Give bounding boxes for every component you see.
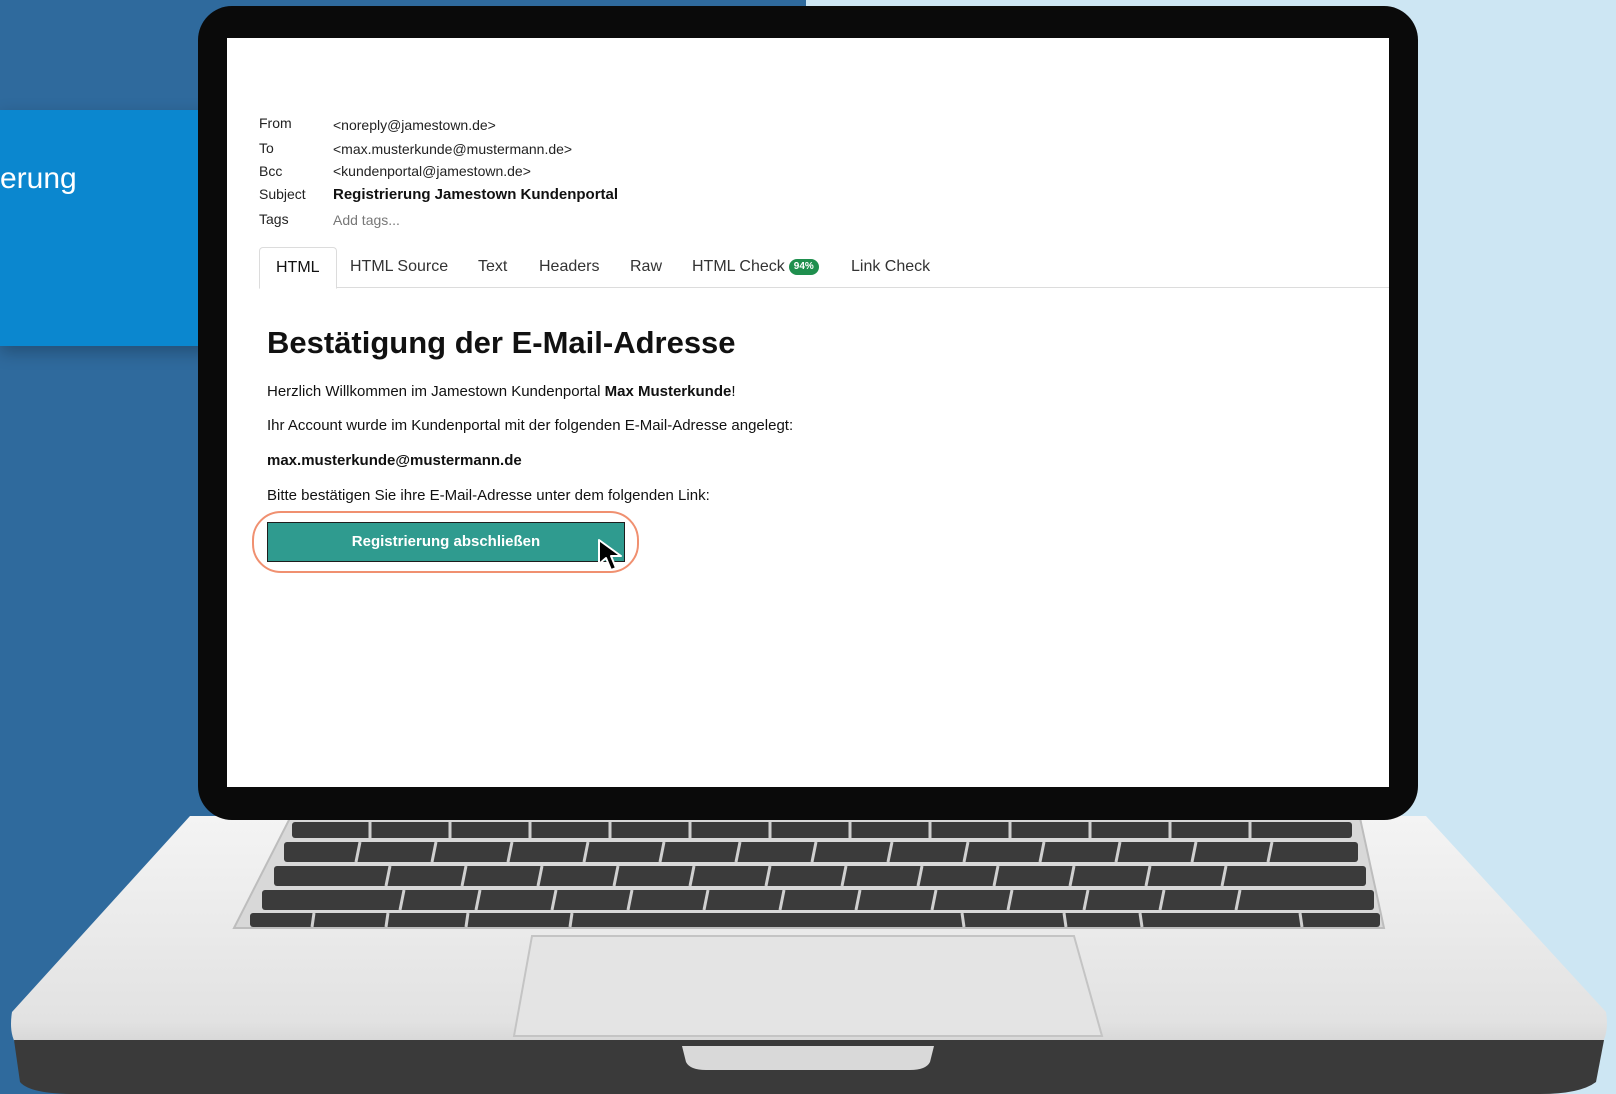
welcome-name: Max Musterkunde <box>604 383 732 400</box>
registered-email: max.musterkunde@mustermann.de <box>267 452 522 469</box>
subject-value: Registrierung Jamestown Kundenportal <box>333 186 619 203</box>
tab-link-check[interactable]: Link Check <box>835 247 946 287</box>
email-preview-screen: From <noreply@jamestown.de> To <max.must… <box>227 38 1389 787</box>
subject-label: Subject <box>259 186 306 202</box>
tab-html-source[interactable]: HTML Source <box>334 247 464 287</box>
account-text: Ihr Account wurde im Kundenportal mit de… <box>267 417 794 434</box>
from-label: From <box>259 115 292 131</box>
from-value: <noreply@jamestown.de> <box>333 117 496 133</box>
confirm-text: Bitte bestätigen Sie ihre E-Mail-Adresse… <box>267 487 710 504</box>
tags-label: Tags <box>259 211 289 227</box>
tab-raw[interactable]: Raw <box>614 247 678 287</box>
tab-html-check[interactable]: HTML Check 94% <box>676 247 835 287</box>
html-check-score-badge: 94% <box>788 258 819 275</box>
tab-text[interactable]: Text <box>462 247 523 287</box>
to-value: <max.musterkunde@mustermann.de> <box>333 141 573 157</box>
to-label: To <box>259 140 274 156</box>
complete-registration-button[interactable]: Registrierung abschließen <box>267 522 625 562</box>
tab-bar: HTML HTML Source Text Headers Raw HTML C… <box>259 247 1389 289</box>
tab-headers[interactable]: Headers <box>523 247 615 287</box>
tags-input[interactable]: Add tags... <box>333 212 400 228</box>
bcc-label: Bcc <box>259 163 283 179</box>
tab-html[interactable]: HTML <box>259 247 337 289</box>
welcome-text: Herzlich Willkommen im Jamestown Kundenp… <box>267 383 736 400</box>
mouse-cursor-icon <box>598 539 622 571</box>
welcome-suffix: ! <box>731 383 736 400</box>
email-title: Bestätigung der E-Mail-Adresse <box>267 325 736 360</box>
bcc-value: <kundenportal@jamestown.de> <box>333 163 531 179</box>
welcome-prefix: Herzlich Willkommen im Jamestown Kundenp… <box>267 383 605 400</box>
tab-html-check-label: HTML Check <box>692 258 785 275</box>
